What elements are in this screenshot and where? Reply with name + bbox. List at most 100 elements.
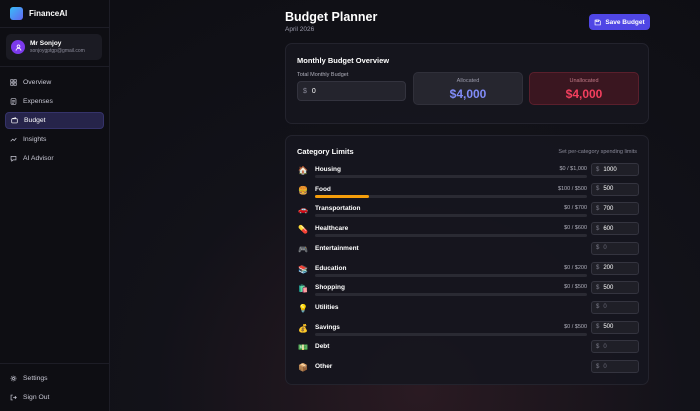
category-name: Savings — [315, 323, 340, 331]
category-limit-value: 1000 — [603, 166, 617, 173]
category-progress-bar — [315, 175, 587, 178]
sidebar-item-label: Insights — [23, 136, 47, 143]
category-amount: $0 / $500 — [564, 284, 587, 291]
category-name: Entertainment — [315, 244, 359, 252]
category-icon: 🛍️ — [298, 284, 308, 294]
avatar — [11, 40, 25, 54]
category-amount: $0 / $700 — [564, 205, 587, 212]
logout-icon — [10, 394, 17, 401]
category-row-utilities: 💡 Utilities $0 — [297, 300, 639, 321]
save-budget-button[interactable]: Save Budget — [589, 14, 650, 30]
category-icon: 🚗 — [298, 205, 308, 215]
allocated-value: $4,000 — [449, 87, 487, 101]
category-limits-card: Category Limits Set per-category spendin… — [285, 135, 649, 385]
category-name: Transportation — [315, 205, 361, 213]
category-name: Utilities — [315, 303, 339, 311]
category-limit-value: 500 — [603, 284, 614, 291]
page-title: Budget Planner — [285, 10, 378, 24]
sidebar-item-label: Overview — [23, 79, 52, 86]
sidebar-item-overview[interactable]: Overview — [5, 74, 104, 91]
category-limit-value: 500 — [603, 186, 614, 193]
currency-symbol: $ — [303, 87, 307, 95]
save-budget-label: Save Budget — [605, 18, 645, 26]
category-limit-input[interactable]: $200 — [591, 261, 639, 275]
sidebar-item-expenses[interactable]: Expenses — [5, 93, 104, 110]
category-row-entertainment: 🎮 Entertainment $0 — [297, 241, 639, 262]
currency-symbol: $ — [596, 284, 600, 291]
currency-symbol: $ — [596, 304, 600, 311]
category-amount: $0 / $500 — [564, 323, 587, 330]
category-limit-value: 0 — [603, 245, 607, 252]
currency-symbol: $ — [596, 363, 600, 370]
user-email: sonjoygptgp@gmail.com — [30, 48, 85, 54]
total-budget-value: 0 — [311, 87, 316, 95]
currency-symbol: $ — [596, 324, 600, 331]
unallocated-value: $4,000 — [565, 87, 603, 101]
gear-icon — [10, 375, 17, 382]
grid-icon — [10, 79, 17, 86]
currency-symbol: $ — [596, 205, 600, 212]
sidebar-item-label: AI Advisor — [23, 155, 54, 162]
category-limit-input[interactable]: $500 — [591, 281, 639, 295]
brand-name: FinanceAI — [29, 9, 68, 18]
list-icon — [10, 98, 17, 105]
user-card[interactable]: Mr Sonjoy sonjoygptgp@gmail.com — [6, 34, 102, 60]
category-limit-input[interactable]: $500 — [591, 182, 639, 196]
allocated-label: Allocated — [456, 78, 480, 84]
category-limit-value: 700 — [603, 205, 614, 212]
category-limits-hint: Set per-category spending limits — [558, 149, 637, 155]
unallocated-label: Unallocated — [569, 78, 599, 84]
category-icon: 📦 — [298, 363, 308, 372]
page-subtitle: April 2026 — [285, 26, 315, 33]
divider — [0, 66, 110, 67]
total-budget-input[interactable]: $ 0 — [297, 81, 406, 101]
category-limit-value: 500 — [603, 324, 614, 331]
category-name: Shopping — [315, 284, 345, 292]
category-name: Housing — [315, 166, 341, 173]
currency-symbol: $ — [596, 343, 600, 350]
category-limit-value: 0 — [603, 343, 607, 350]
sidebar-item-insights[interactable]: Insights — [5, 131, 104, 148]
user-name: Mr Sonjoy — [30, 40, 62, 47]
category-limit-value: 600 — [603, 225, 614, 232]
category-row-savings: 💰 Savings $0 / $500 $500 — [297, 320, 639, 341]
category-limit-input[interactable]: $1000 — [591, 163, 639, 176]
sidebar-item-ai-advisor[interactable]: AI Advisor — [5, 150, 104, 167]
divider — [0, 363, 110, 364]
overview-title: Monthly Budget Overview — [297, 56, 390, 65]
category-row-education: 📚 Education $0 / $200 $200 — [297, 261, 639, 282]
category-limit-input[interactable]: $0 — [591, 360, 639, 373]
category-amount: $0 / $200 — [564, 264, 587, 271]
category-icon: 🎮 — [298, 244, 308, 254]
category-icon: 🏠 — [298, 166, 308, 175]
category-progress-bar — [315, 332, 587, 336]
currency-symbol: $ — [596, 265, 600, 271]
category-icon: 🍔 — [298, 185, 308, 195]
sidebar-item-budget[interactable]: Budget — [5, 112, 104, 129]
category-icon: 💡 — [298, 303, 308, 313]
category-icon: 💵 — [298, 343, 308, 353]
total-budget-label: Total Monthly Budget — [297, 72, 349, 78]
category-limit-input[interactable]: $500 — [591, 320, 639, 334]
unallocated-stat: Unallocated $4,000 — [529, 72, 639, 105]
category-row-healthcare: 💊 Healthcare $0 / $600 $600 — [297, 222, 639, 242]
category-amount: $100 / $500 — [557, 185, 587, 192]
category-limit-input[interactable]: $0 — [591, 340, 639, 354]
category-icon: 💰 — [298, 323, 308, 333]
category-icon: 📚 — [298, 264, 308, 274]
category-limit-input[interactable]: $0 — [591, 300, 639, 314]
category-limit-input[interactable]: $0 — [591, 241, 639, 255]
category-name: Food — [315, 185, 331, 193]
brand[interactable]: FinanceAI — [10, 7, 67, 20]
sign-out-button[interactable]: Sign Out — [5, 389, 104, 406]
category-progress-bar — [315, 194, 587, 198]
category-limit-input[interactable]: $700 — [591, 202, 639, 216]
category-icon: 💊 — [298, 225, 308, 235]
currency-symbol: $ — [596, 225, 600, 232]
category-name: Healthcare — [315, 225, 349, 233]
sidebar: FinanceAI Mr Sonjoy sonjoygptgp@gmail.co… — [0, 0, 110, 411]
category-limit-input[interactable]: $600 — [591, 222, 639, 236]
category-row-other: 📦 Other $0 — [297, 360, 639, 380]
sidebar-item-settings[interactable]: Settings — [5, 370, 104, 387]
category-progress-bar — [315, 234, 587, 238]
